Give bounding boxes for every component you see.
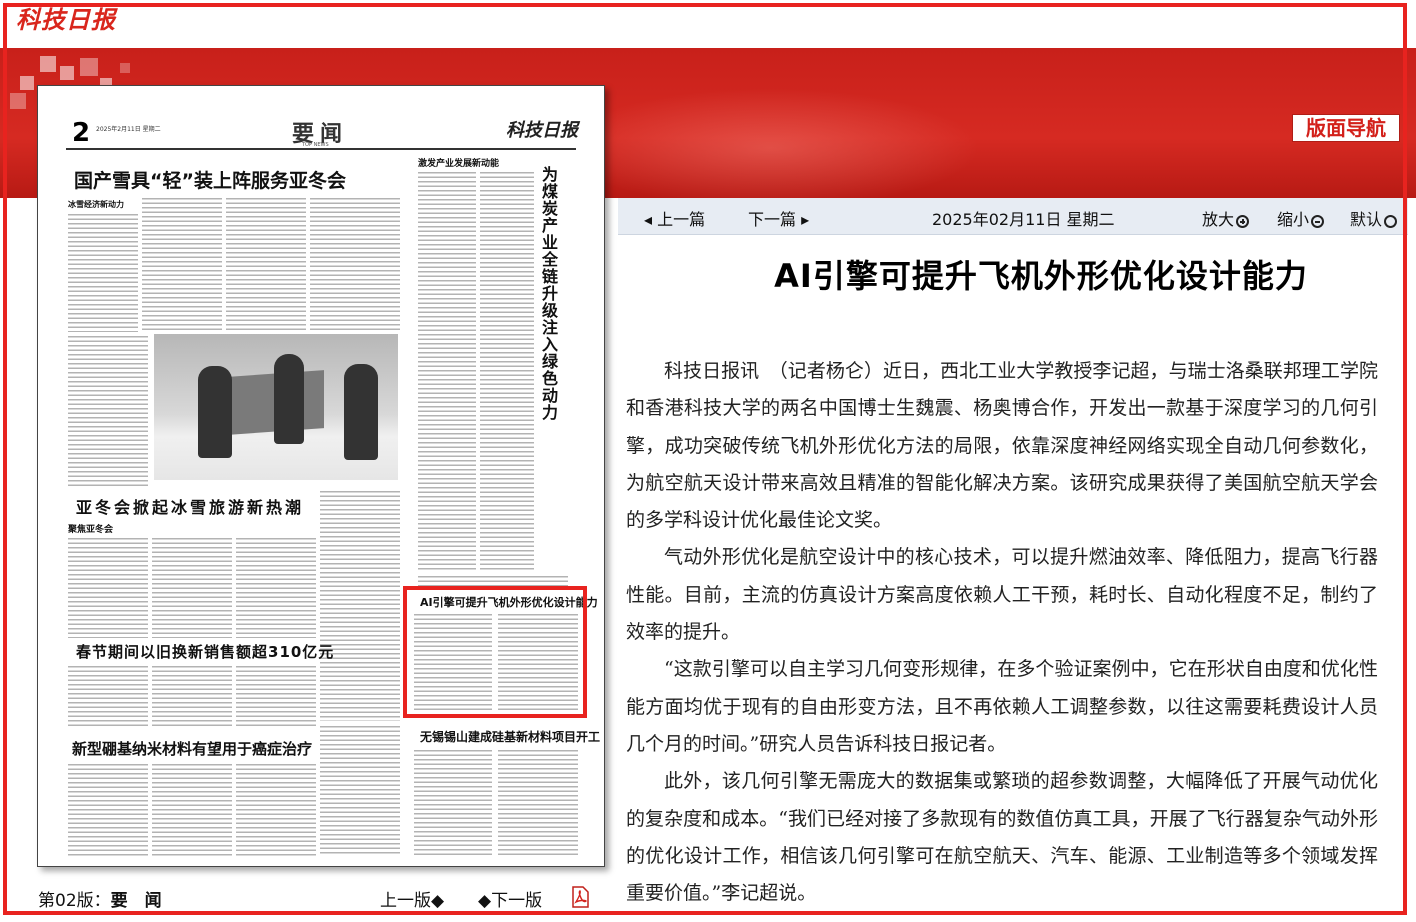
next-page-icon: ◆ [478,891,492,911]
headline-tag: 激发产业发展新动能 [418,159,500,169]
article-body: 科技日报讯 （记者杨仑）近日，西北工业大学教授李记超，与瑞士洛桑联邦理工学院和香… [626,353,1378,912]
article-paragraph: “这款引擎可以自主学习几何变形规律，在多个验证案例中，它在形状自由度和优化性能方… [626,658,1378,755]
reset-icon [1384,215,1398,228]
headline-tag: 聚焦亚冬会 [68,525,114,535]
prev-page-icon: ◆ [431,891,445,911]
zoom-in-label: 放大 [1202,210,1235,229]
headline-silicon-project[interactable]: 无锡锡山建成硅基新材料项目开工 [420,728,600,745]
article-paragraph: 此外，该几何引擎无需庞大的数据集或繁琐的超参数调整，大幅降低了开展气动优化的复杂… [626,770,1378,905]
text-block [152,538,232,638]
prev-article-link[interactable]: ◂ 上一篇 [644,206,705,230]
text-block [68,764,148,856]
text-block [152,764,232,856]
page-navigation-button[interactable]: 版面导航 [1292,114,1400,142]
zoom-out-icon [1311,215,1325,228]
zoom-out-button[interactable]: 缩小 [1277,206,1325,230]
newspaper-page-thumbnail[interactable]: 2 2025年2月11日 星期二 要闻 TOP NEWS 科技日报 国产雪具“轻… [37,85,605,867]
article-paragraph: 气动外形优化是航空设计中的核心技术，可以提升燃油效率、降低阻力，提高飞行器性能。… [626,546,1378,644]
article-panel: AI引擎可提升飞机外形优化设计能力 科技日报讯 （记者杨仑）近日，西北工业大学教… [618,235,1408,915]
text-block [498,750,578,858]
text-block [236,666,316,726]
page-name: 要 闻 [110,891,162,911]
text-block [310,198,400,332]
headline-nanomaterial[interactable]: 新型硼基纳米材料有望用于癌症治疗 [72,738,312,759]
article-paragraph: 科技日报讯 （记者杨仑）近日，西北工业大学教授李记超，与瑞士洛桑联邦理工学院和香… [626,360,1378,532]
headline-coal-industry[interactable]: 为煤炭产业全链升级注入绿色动力 [542,166,564,421]
prev-page-label: 上一版 [380,891,431,911]
zoom-default-button[interactable]: 默认 [1350,206,1398,230]
page-indicator: 第02版：要 闻 [38,886,162,911]
zoom-out-label: 缩小 [1277,210,1310,229]
next-page-label: 下一版 [491,891,543,911]
zoom-in-button[interactable]: 放大 [1202,206,1250,230]
news-photo[interactable] [154,334,398,480]
next-page-link[interactable]: ◆下一版 [478,886,542,911]
article-title: AI引擎可提升飞机外形优化设计能力 [774,257,1308,295]
text-block [414,750,492,858]
paper-logo: 科技日报 [506,120,578,141]
text-block [152,666,232,726]
page-label: 第02版： [38,891,111,911]
text-block [418,172,476,572]
top-strip [0,0,1416,48]
zoom-in-icon [1236,215,1250,228]
text-block [320,726,400,856]
pdf-download-icon[interactable] [568,885,592,909]
page-number: 2 [72,118,91,148]
text-block [142,198,222,332]
site-logo[interactable]: 科技日报 [16,0,116,35]
next-article-label: 下一篇 [748,210,797,229]
text-block [68,538,148,638]
headline-trade-in[interactable]: 春节期间以旧换新销售额超310亿元 [76,641,334,662]
text-block [236,538,316,638]
page-date: 2025年2月11日 星期二 [96,126,161,133]
text-block [320,491,400,721]
next-article-link[interactable]: 下一篇 ▸ [748,206,809,230]
headline-winter-tourism[interactable]: 亚冬会掀起冰雪旅游新热潮 [76,494,304,518]
text-block [226,198,306,332]
zoom-default-label: 默认 [1350,210,1383,229]
text-block [68,214,138,332]
text-block [480,172,534,572]
article-toolbar: ◂ 上一篇 下一篇 ▸ 2025年02月11日 星期二 放大 缩小 默认 [618,198,1408,235]
issue-date: 2025年02月11日 星期二 [932,210,1115,229]
text-block [68,666,148,726]
current-article-highlight[interactable] [403,586,587,718]
text-block [418,576,568,586]
prev-page-link[interactable]: 上一版◆ [380,886,444,911]
headline-ski-gear[interactable]: 国产雪具“轻”装上阵服务亚冬会 [74,166,346,193]
page-rule [66,148,576,150]
prev-article-label: 上一篇 [657,210,706,229]
text-block [68,336,148,486]
headline-tag: 冰雪经济新动力 [68,200,124,209]
text-block [236,764,316,856]
